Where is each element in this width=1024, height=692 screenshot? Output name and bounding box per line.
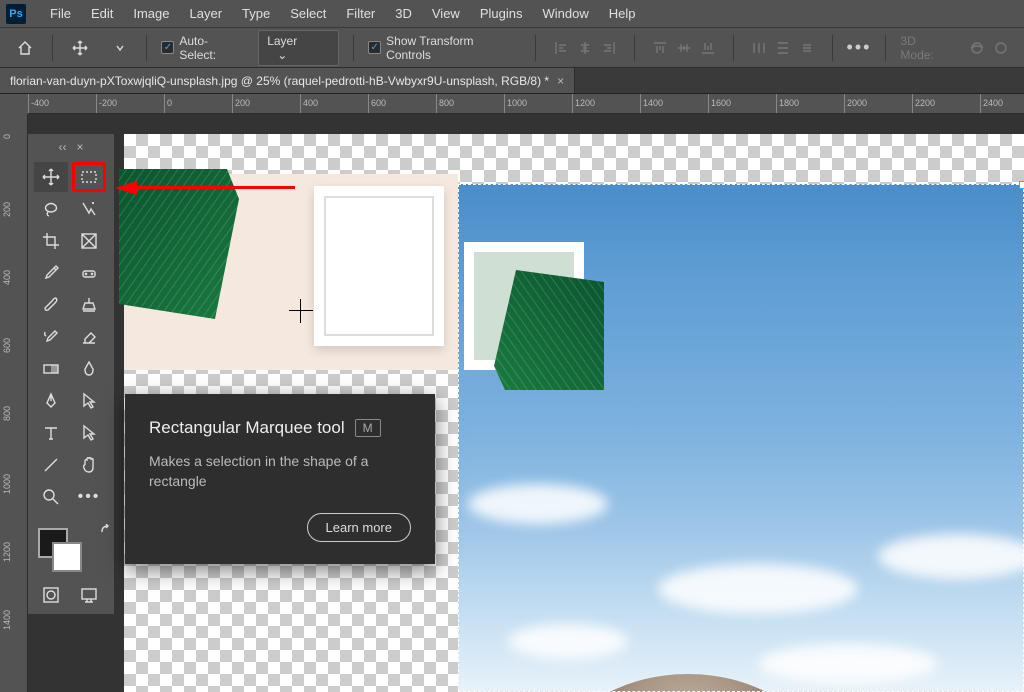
move-tool[interactable] (34, 162, 68, 192)
menu-type[interactable]: Type (232, 2, 280, 25)
color-swatches[interactable] (34, 524, 114, 576)
hand-tool[interactable] (72, 450, 106, 480)
more-options-icon[interactable]: ••• (847, 37, 872, 58)
swap-colors-icon[interactable] (100, 524, 110, 534)
pan-icon[interactable] (990, 37, 1012, 59)
divider (535, 35, 536, 61)
align-group-2 (649, 37, 719, 59)
align-left-icon[interactable] (550, 37, 572, 59)
menu-edit[interactable]: Edit (81, 2, 123, 25)
orbit-icon[interactable] (966, 37, 988, 59)
menubar: Ps File Edit Image Layer Type Select Fil… (0, 0, 1024, 28)
quick-mask-tool[interactable] (34, 580, 68, 610)
divider (52, 35, 53, 61)
tooltip-title: Rectangular Marquee tool (149, 418, 345, 438)
text-tool[interactable] (34, 418, 68, 448)
menu-image[interactable]: Image (123, 2, 179, 25)
options-bar: ✓ Auto-Select: Layer ⌄ ✓ Show Transform … (0, 28, 1024, 68)
checkbox-checked-icon: ✓ (368, 41, 381, 54)
line-tool[interactable] (34, 450, 68, 480)
auto-select-checkbox[interactable]: ✓ Auto-Select: (161, 34, 244, 62)
photo-frame (314, 186, 444, 346)
distribute-v-icon[interactable] (772, 37, 794, 59)
align-center-h-icon[interactable] (574, 37, 596, 59)
learn-more-button[interactable]: Learn more (307, 513, 411, 542)
tooltip-description: Makes a selection in the shape of a rect… (149, 452, 411, 491)
blur-tool[interactable] (72, 354, 106, 384)
menu-layer[interactable]: Layer (180, 2, 233, 25)
quick-selection-tool[interactable] (72, 194, 106, 224)
tool-tooltip: Rectangular Marquee tool M Makes a selec… (125, 394, 435, 564)
photoshop-logo: Ps (6, 4, 26, 24)
edit-toolbar-icon[interactable]: ••• (72, 482, 106, 512)
menu-3d[interactable]: 3D (385, 2, 422, 25)
screen-mode-tool[interactable] (72, 580, 106, 610)
clone-stamp-tool[interactable] (72, 290, 106, 320)
tab-title: florian-van-duyn-pXToxwjqliQ-unsplash.jp… (10, 74, 549, 88)
photo-frame (464, 242, 584, 370)
distribute-group (748, 37, 818, 59)
zoom-tool[interactable] (34, 482, 68, 512)
toolbox-panel: ‹‹ × ••• (28, 134, 114, 614)
leaf-decoration (119, 169, 239, 319)
crosshair-cursor-icon (289, 299, 313, 323)
pen-tool[interactable] (34, 386, 68, 416)
divider (146, 35, 147, 61)
collapse-icon[interactable]: ‹‹ (58, 140, 66, 154)
distribute-h-icon[interactable] (748, 37, 770, 59)
document-tabbar: florian-van-duyn-pXToxwjqliQ-unsplash.jp… (0, 68, 1024, 94)
move-tool-icon[interactable] (67, 35, 93, 61)
crop-tool[interactable] (34, 226, 68, 256)
show-transform-label: Show Transform Controls (386, 34, 520, 62)
keyboard-shortcut: M (355, 419, 381, 437)
menu-file[interactable]: File (40, 2, 81, 25)
divider (885, 35, 886, 61)
divider (353, 35, 354, 61)
horizontal-ruler[interactable]: -400 -200 0 200 400 600 800 1000 1200 14… (28, 94, 1024, 114)
align-group-1 (550, 37, 620, 59)
home-icon[interactable] (12, 35, 38, 61)
auto-select-label: Auto-Select: (179, 34, 244, 62)
checkbox-checked-icon: ✓ (161, 41, 174, 54)
brush-tool[interactable] (34, 290, 68, 320)
align-bottom-icon[interactable] (697, 37, 719, 59)
close-icon[interactable]: × (76, 140, 83, 154)
frame-tool[interactable] (72, 226, 106, 256)
background-color[interactable] (52, 542, 82, 572)
menu-help[interactable]: Help (599, 2, 646, 25)
divider (634, 35, 635, 61)
close-icon[interactable]: × (557, 74, 564, 88)
menu-window[interactable]: Window (532, 2, 598, 25)
menu-select[interactable]: Select (280, 2, 336, 25)
history-brush-tool[interactable] (34, 322, 68, 352)
chevron-down-icon[interactable] (107, 35, 133, 61)
panel-header: ‹‹ × (28, 138, 114, 156)
show-transform-checkbox[interactable]: ✓ Show Transform Controls (368, 34, 520, 62)
eyedropper-tool[interactable] (34, 258, 68, 288)
menu-plugins[interactable]: Plugins (470, 2, 533, 25)
align-top-icon[interactable] (649, 37, 671, 59)
mockup-layer (124, 174, 458, 370)
eraser-tool[interactable] (72, 322, 106, 352)
3d-mode-label: 3D Mode: (900, 34, 952, 62)
divider (832, 35, 833, 61)
menu-view[interactable]: View (422, 2, 470, 25)
document-tab[interactable]: florian-van-duyn-pXToxwjqliQ-unsplash.jp… (0, 68, 575, 93)
vertical-ruler[interactable]: 0 200 400 600 800 1000 1200 1400 (0, 114, 28, 692)
layer-dropdown[interactable]: Layer ⌄ (258, 30, 339, 66)
align-right-icon[interactable] (598, 37, 620, 59)
lasso-tool[interactable] (34, 194, 68, 224)
direct-selection-tool[interactable] (72, 418, 106, 448)
divider (733, 35, 734, 61)
rectangular-marquee-tool[interactable] (72, 162, 106, 192)
chevron-down-icon: ⌄ (277, 48, 287, 62)
path-selection-tool[interactable] (72, 386, 106, 416)
gradient-tool[interactable] (34, 354, 68, 384)
menu-filter[interactable]: Filter (336, 2, 385, 25)
distribute-stack-icon[interactable] (796, 37, 818, 59)
spot-healing-tool[interactable] (72, 258, 106, 288)
align-center-v-icon[interactable] (673, 37, 695, 59)
3d-mode-icons (966, 37, 1012, 59)
